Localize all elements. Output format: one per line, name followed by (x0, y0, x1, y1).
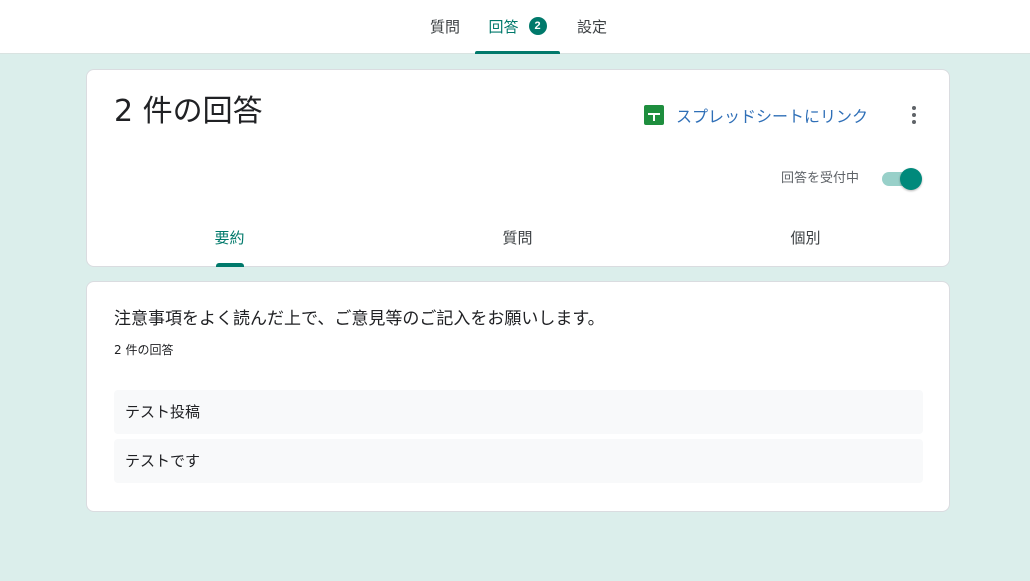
more-vert-icon-dot (912, 120, 916, 124)
more-vert-icon-dot (912, 113, 916, 117)
answer-item: テストです (114, 439, 923, 483)
more-vert-icon-dot (912, 106, 916, 110)
accepting-responses-toggle[interactable] (882, 167, 924, 191)
tab-questions-label: 質問 (429, 18, 460, 36)
responses-header-card: 2 件の回答 スプレッドシートにリンク 回答を受付中 要約 質問 個別 (86, 69, 950, 267)
question-summary-card: 注意事項をよく読んだ上で、ご意見等のご記入をお願いします。 2 件の回答 テスト… (86, 281, 950, 512)
top-navigation: 質問 回答 2 設定 (0, 0, 1030, 54)
question-title: 注意事項をよく読んだ上で、ご意見等のご記入をお願いします。 (114, 309, 605, 329)
subtab-summary[interactable]: 要約 (197, 227, 262, 267)
link-to-spreadsheet-button[interactable]: スプレッドシートにリンク (644, 103, 868, 127)
subtab-individual[interactable]: 個別 (773, 227, 838, 267)
tab-responses[interactable]: 回答 2 (475, 0, 560, 54)
tab-questions[interactable]: 質問 (424, 0, 466, 54)
toggle-thumb (900, 168, 922, 190)
question-response-count: 2 件の回答 (114, 343, 174, 357)
tab-responses-label: 回答 (488, 18, 519, 36)
google-sheets-icon (644, 105, 664, 125)
answer-item: テスト投稿 (114, 390, 923, 434)
subtab-question[interactable]: 質問 (485, 227, 550, 267)
responses-title: 2 件の回答 (114, 94, 263, 129)
accepting-responses-label: 回答を受付中 (781, 171, 860, 186)
tab-settings-label: 設定 (576, 18, 607, 36)
link-to-spreadsheet-label: スプレッドシートにリンク (676, 107, 869, 126)
more-options-button[interactable] (902, 102, 926, 128)
active-subtab-indicator (216, 263, 244, 267)
active-tab-indicator (475, 51, 560, 54)
responses-count-badge: 2 (528, 16, 547, 35)
tab-settings[interactable]: 設定 (571, 0, 613, 54)
